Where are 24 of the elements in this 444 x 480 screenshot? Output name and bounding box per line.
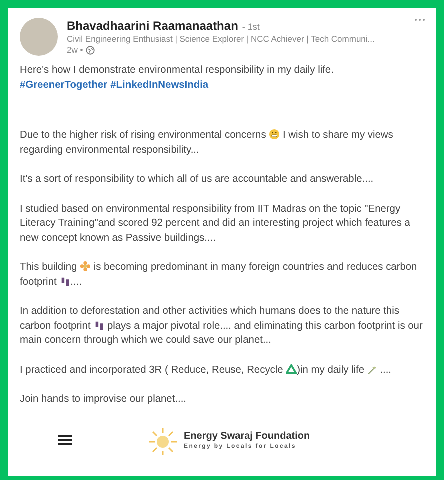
hashtag-link[interactable]: #GreenerTogether [20,80,108,90]
author-headline: Civil Engineering Enthusiast | Science Explorer | NCC Achiever | Tech Communi... [67,34,375,44]
post-paragraph: Due to the higher risk of rising environmental concerns I wish to share my views regarding environmental responsibility... [20,129,394,158]
globe-icon [86,46,96,54]
post-paragraph: I practiced and incorporated 3R ( Reduce, Reuse, Recycle )in my daily life .... [20,364,393,378]
post-paragraph: I studied based on environmental responsibility from IIT Madras on the topic "Energy Literacy Training"and scored 92 percent and did an interesting project which features a new concept known as Passive buildings.... [20,202,412,246]
hashtag-link[interactable]: #LinkedInNewsIndia [110,80,209,90]
sun-logo-icon [148,426,178,454]
connection-degree: - 1st [242,22,260,32]
more-options-icon[interactable] [414,18,426,22]
post-paragraph: Here's how I demonstrate environmental responsibility in my daily life. #GreenerTogether #LinkedInNewsIndia [20,64,335,92]
avatar-photo [20,18,58,56]
post-paragraph: This building is becoming predominant in many foreign countries and reduces carbon footprint .... [20,261,418,290]
menu-icon[interactable] [58,435,72,446]
post-paragraph: In addition to deforestation and other activities which humans does to the nature this carbon footprint plays a major pivotal role.... and eliminating this carbon footprint is our main concern through which we could save our planet... [20,305,424,348]
post-paragraph: Join hands to improvise our planet.... [20,393,188,407]
flower-icon [80,261,92,272]
grimacing-face-icon [269,129,280,140]
post-paragraph: It's a sort of responsibility to which all of us are accountable and answerable.... [20,173,375,187]
sprout-icon [367,364,378,374]
post-time: 2w • [67,45,84,55]
recycle-icon [286,364,298,374]
author-name[interactable]: Bhavadhaarini Raamanaathan [67,19,238,33]
foundation-name: Energy Swaraj Foundation [184,431,310,442]
